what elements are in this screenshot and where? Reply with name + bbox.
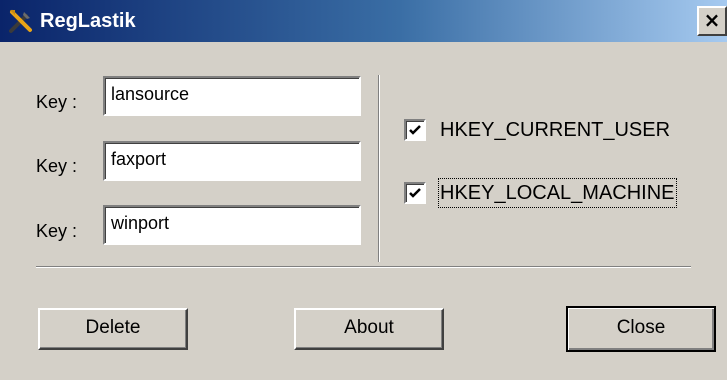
- about-button[interactable]: About: [294, 308, 444, 350]
- hkey-current-user-option[interactable]: HKEY_CURRENT_USER: [404, 117, 704, 145]
- hkey-current-user-label: HKEY_CURRENT_USER: [440, 119, 671, 141]
- horizontal-divider: [36, 266, 691, 268]
- close-icon: ×: [703, 8, 721, 32]
- delete-button[interactable]: Delete: [38, 308, 188, 350]
- title-bar[interactable]: RegLastik ×: [0, 0, 727, 42]
- vertical-divider: [378, 75, 380, 262]
- checkmark-icon: [409, 125, 421, 135]
- hkey-local-machine-checkbox[interactable]: [404, 182, 426, 204]
- key-label-1: Key :: [36, 92, 78, 112]
- key-input-1[interactable]: lansource: [103, 76, 361, 116]
- key-label-2: Key :: [36, 156, 78, 176]
- window-title: RegLastik: [40, 10, 136, 32]
- dialog-window: RegLastik × Key : lansource Key : faxpor…: [0, 0, 727, 380]
- hkey-current-user-checkbox[interactable]: [404, 119, 426, 141]
- checkmark-icon: [409, 188, 421, 198]
- hkey-local-machine-label: HKEY_LOCAL_MACHINE: [438, 178, 677, 208]
- key-input-3[interactable]: winport: [103, 205, 361, 245]
- tools-icon: [6, 6, 36, 36]
- hkey-local-machine-option[interactable]: HKEY_LOCAL_MACHINE: [404, 178, 704, 208]
- key-label-3: Key :: [36, 221, 78, 241]
- close-window-button[interactable]: ×: [697, 6, 727, 36]
- close-button[interactable]: Close: [566, 306, 716, 352]
- key-input-2[interactable]: faxport: [103, 141, 361, 181]
